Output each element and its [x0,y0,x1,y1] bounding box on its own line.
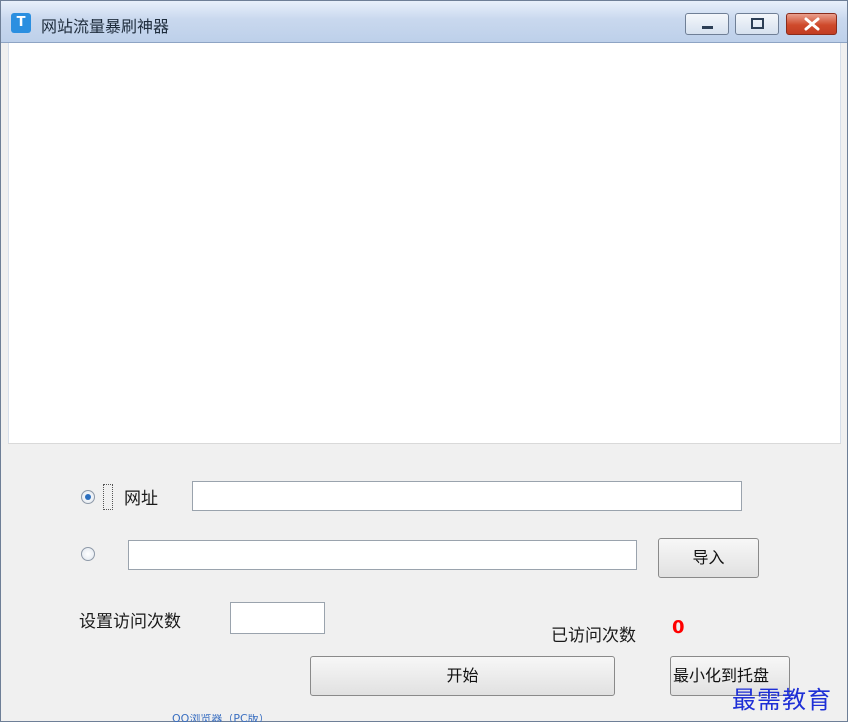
visit-count-label: 设置访问次数 [79,612,181,632]
visited-count-label: 已访问次数 [551,626,636,646]
minimize-icon [702,26,713,29]
file-path-input[interactable] [128,540,637,570]
start-button[interactable]: 开始 [310,656,615,696]
file-radio[interactable] [81,547,95,561]
background-window-text: QQ浏览器（PC版） [172,714,270,722]
url-input[interactable] [192,481,742,511]
visit-count-input[interactable] [230,602,325,634]
app-logo-icon: T [11,13,31,33]
window-title: 网站流量暴刷神器 [41,17,170,36]
maximize-window-button[interactable] [735,13,779,35]
visited-count-value: 0 [672,617,685,638]
maximize-icon [751,18,764,29]
web-browser-area[interactable] [8,43,841,443]
title-bar[interactable]: T 网站流量暴刷神器 [1,1,847,43]
url-label: 网址 [124,489,158,509]
background-window-strip: QQ浏览器（PC版） [60,714,290,722]
url-radio[interactable] [81,490,95,504]
watermark-text: 最需教育 [732,686,832,714]
close-icon [804,17,820,31]
radio-focus-rectangle [103,484,113,510]
minimize-window-button[interactable] [685,13,729,35]
close-window-button[interactable] [786,13,837,35]
app-window: T 网站流量暴刷神器 网址 导入 设置访问次数 已访问次数 0 开始 最小化到托… [0,0,848,722]
control-panel: 网址 导入 设置访问次数 已访问次数 0 开始 最小化到托盘 [8,443,841,721]
import-button[interactable]: 导入 [658,538,759,578]
